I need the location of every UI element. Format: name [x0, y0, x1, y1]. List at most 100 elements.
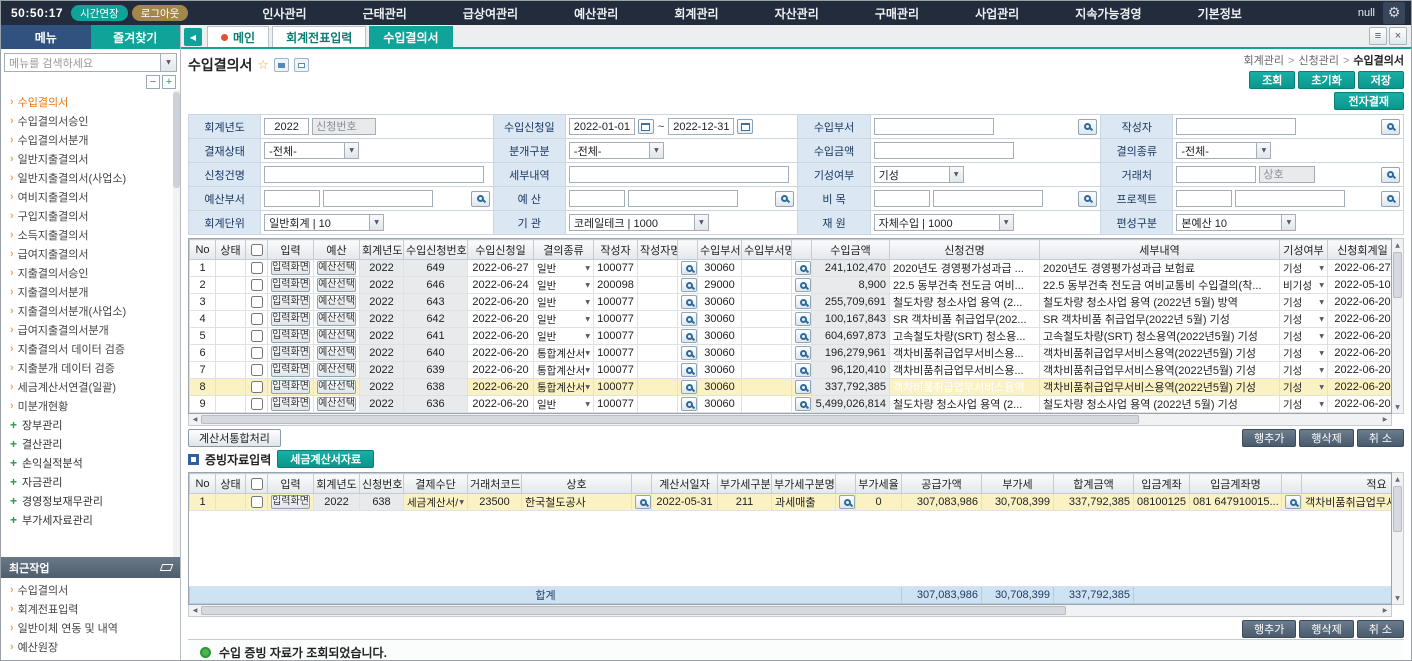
- search-button[interactable]: [681, 380, 697, 394]
- income-dept-input[interactable]: [874, 118, 994, 135]
- menu-search-combobox[interactable]: 메뉴를 검색하세요 ▼: [4, 53, 177, 72]
- combo-cell[interactable]: 비기성▼: [1283, 278, 1324, 293]
- request-no-input[interactable]: [312, 118, 376, 135]
- add-row-button[interactable]: 행추가: [1242, 429, 1296, 447]
- row-checkbox[interactable]: [251, 330, 263, 342]
- sidebar-item[interactable]: ›지출결의서분개: [1, 282, 180, 301]
- vendor-input[interactable]: [1176, 166, 1256, 183]
- scroll-left-icon[interactable]: ◀: [189, 414, 201, 425]
- sidebar-group[interactable]: +자금관리: [1, 472, 180, 491]
- budget-select-button[interactable]: 예산선택: [317, 363, 356, 377]
- row-checkbox[interactable]: [251, 262, 263, 274]
- scroll-right-icon[interactable]: ▶: [1379, 605, 1391, 616]
- chevron-down-icon[interactable]: ▼: [160, 54, 176, 71]
- cancel-button[interactable]: 취 소: [1357, 429, 1404, 447]
- approval-status-select[interactable]: -전체-▼: [264, 142, 359, 159]
- row-checkbox[interactable]: [251, 364, 263, 376]
- recent-item[interactable]: ›수입결의서: [1, 580, 180, 599]
- input-screen-button[interactable]: 입력화면: [271, 363, 310, 377]
- sidebar-group[interactable]: +경영정보재무관리: [1, 491, 180, 510]
- settings-button[interactable]: ⚙: [1383, 2, 1405, 24]
- topnav-item[interactable]: 기본정보: [1198, 5, 1242, 22]
- cancel-button[interactable]: 취 소: [1357, 620, 1404, 638]
- search-button[interactable]: [795, 397, 811, 411]
- row-checkbox[interactable]: [251, 347, 263, 359]
- document-tab[interactable]: 회계전표입력: [272, 26, 366, 47]
- sidebar-tab-menu[interactable]: 메뉴: [1, 25, 91, 49]
- budget-name-input[interactable]: [628, 190, 738, 207]
- delete-row-button[interactable]: 행삭제: [1299, 620, 1353, 638]
- request-title-input[interactable]: [264, 166, 484, 183]
- combo-cell[interactable]: 통합계산서▼: [537, 380, 590, 395]
- row-checkbox[interactable]: [251, 279, 263, 291]
- favorite-star-icon[interactable]: ☆: [257, 58, 269, 73]
- date-from-input[interactable]: [569, 118, 635, 135]
- sidebar-item[interactable]: ›지출결의서승인: [1, 263, 180, 282]
- recent-item[interactable]: ›예산원장: [1, 637, 180, 656]
- search-button[interactable]: [795, 363, 811, 377]
- vertical-scrollbar[interactable]: ▲ ▼: [1392, 472, 1404, 605]
- sidebar-item[interactable]: ›세금계산서연결(일괄): [1, 377, 180, 396]
- sidebar-tab-favorites[interactable]: 즐겨찾기: [91, 25, 181, 49]
- search-button[interactable]: [775, 191, 794, 207]
- budget-select-button[interactable]: 예산선택: [317, 346, 356, 360]
- scroll-down-icon[interactable]: ▼: [1392, 592, 1403, 604]
- row-checkbox[interactable]: [251, 381, 263, 393]
- table-row[interactable]: 8입력화면예산선택20226382022-06-20통합계산서▼10007730…: [190, 379, 1393, 396]
- delete-row-button[interactable]: 행삭제: [1299, 429, 1353, 447]
- scroll-down-icon[interactable]: ▼: [1392, 401, 1403, 413]
- org-select[interactable]: 코레일테크 | 1000▼: [569, 214, 709, 231]
- combo-cell[interactable]: 기성▼: [1283, 329, 1324, 344]
- search-button[interactable]: [795, 261, 811, 275]
- journal-type-select[interactable]: -전체-▼: [569, 142, 664, 159]
- sidebar-item[interactable]: ›수입결의서승인: [1, 111, 180, 130]
- recent-item[interactable]: ›회계전표입력: [1, 599, 180, 618]
- search-button[interactable]: [795, 329, 811, 343]
- combo-cell[interactable]: 일반▼: [537, 295, 590, 310]
- sidebar-group[interactable]: +결산관리: [1, 434, 180, 453]
- input-screen-button[interactable]: 입력화면: [271, 295, 310, 309]
- search-button[interactable]: [1078, 191, 1097, 207]
- search-button[interactable]: [471, 191, 490, 207]
- input-screen-button[interactable]: 입력화면: [271, 380, 310, 394]
- table-row[interactable]: 1입력화면2022638세금계산서/...▼23500한국철도공사2022-05…: [190, 494, 1393, 511]
- electronic-approval-button[interactable]: 전자결재: [1334, 92, 1404, 110]
- scroll-up-icon[interactable]: ▲: [1392, 239, 1403, 251]
- sidebar-item[interactable]: ›급여지출결의서분개: [1, 320, 180, 339]
- search-button[interactable]: [1381, 191, 1400, 207]
- topnav-item[interactable]: 구매관리: [875, 5, 919, 22]
- table-row[interactable]: 3입력화면예산선택20226432022-06-20일반▼10007730060…: [190, 294, 1393, 311]
- search-button[interactable]: [795, 295, 811, 309]
- select-all-checkbox[interactable]: [251, 244, 263, 256]
- fiscal-year-input[interactable]: [264, 118, 309, 135]
- tab-list-button[interactable]: ≡: [1369, 27, 1387, 45]
- input-screen-button[interactable]: 입력화면: [271, 346, 310, 360]
- hscroll-track[interactable]: [1066, 605, 1379, 616]
- sidebar-item[interactable]: ›미분개현황: [1, 396, 180, 415]
- topnav-item[interactable]: 인사관리: [262, 5, 306, 22]
- extend-time-button[interactable]: 시간연장: [71, 5, 128, 21]
- invoice-merge-button[interactable]: 계산서통합처리: [188, 429, 281, 447]
- row-checkbox[interactable]: [251, 296, 263, 308]
- table-row[interactable]: 5입력화면예산선택20226412022-06-20일반▼10007730060…: [190, 328, 1393, 345]
- tax-invoice-data-button[interactable]: 세금계산서자료: [277, 450, 374, 468]
- tab-scroll-left-button[interactable]: ◀: [184, 28, 202, 46]
- fund-select[interactable]: 자체수입 | 1000▼: [874, 214, 1014, 231]
- table-row[interactable]: 1입력화면예산선택20226492022-06-27일반▼10007730060…: [190, 260, 1393, 277]
- vscroll-track[interactable]: [1392, 251, 1403, 401]
- vscroll-track[interactable]: [1392, 485, 1403, 592]
- gs-select[interactable]: 기성▼: [874, 166, 964, 183]
- document-tab[interactable]: 수입결의서: [369, 26, 452, 47]
- combo-cell[interactable]: 세금계산서/...▼: [407, 495, 464, 510]
- search-button[interactable]: [635, 495, 651, 509]
- combo-cell[interactable]: 기성▼: [1283, 363, 1324, 378]
- combo-cell[interactable]: 기성▼: [1283, 346, 1324, 361]
- table-row[interactable]: 4입력화면예산선택20226422022-06-20일반▼10007730060…: [190, 311, 1393, 328]
- input-screen-button[interactable]: 입력화면: [271, 329, 310, 343]
- sidebar-group[interactable]: +손익실적분석: [1, 453, 180, 472]
- item-code-input[interactable]: [874, 190, 930, 207]
- topnav-item[interactable]: 예산관리: [574, 5, 618, 22]
- add-row-button[interactable]: 행추가: [1242, 620, 1296, 638]
- recent-item[interactable]: ›일반이체 연동 및 내역: [1, 618, 180, 637]
- budget-select-button[interactable]: 예산선택: [317, 329, 356, 343]
